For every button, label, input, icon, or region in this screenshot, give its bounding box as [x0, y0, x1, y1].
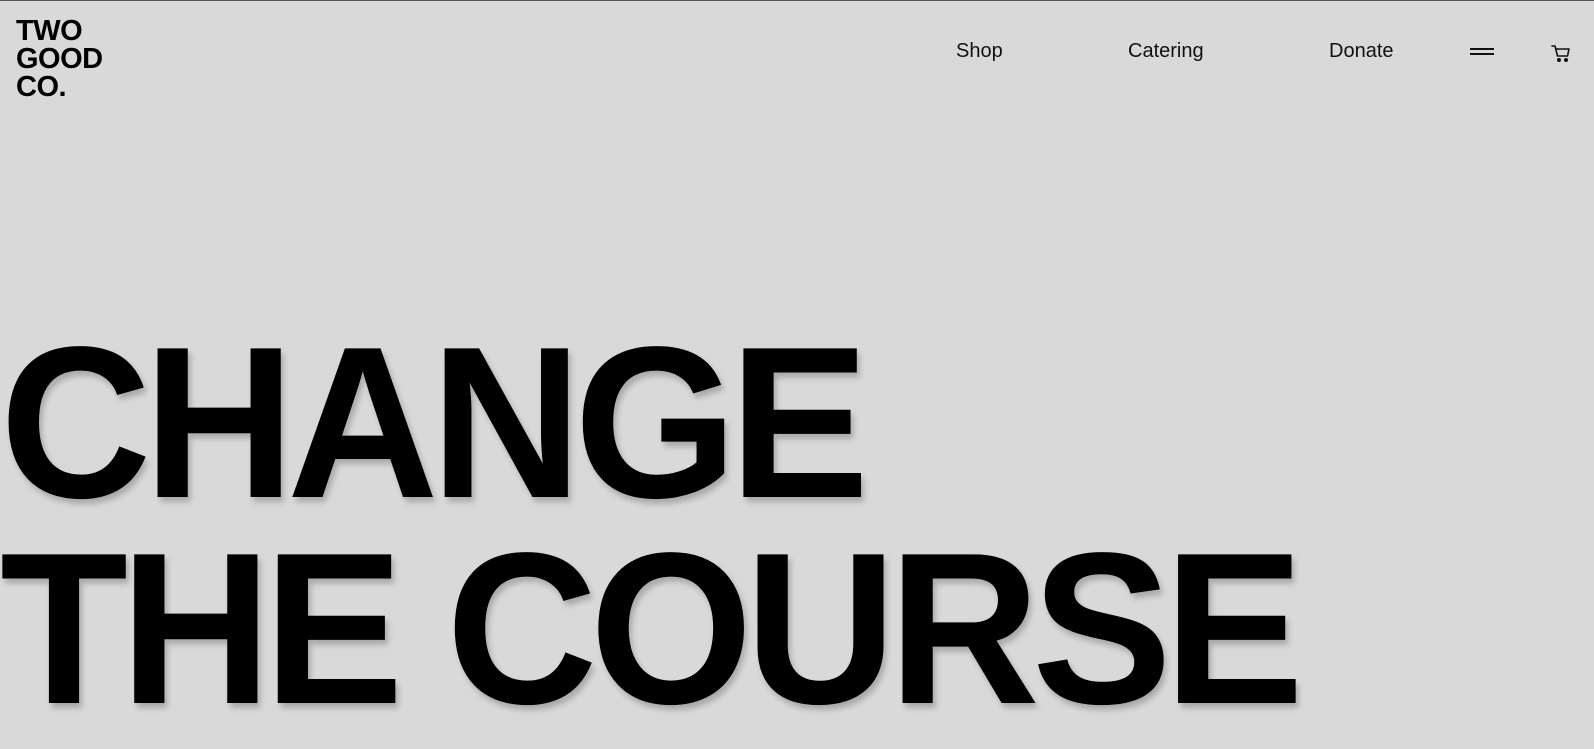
hamburger-menu-icon[interactable]: [1468, 44, 1496, 58]
hero-headline: CHANGE THE COURSE: [0, 301, 1594, 749]
nav-link-donate[interactable]: Donate: [1329, 39, 1394, 63]
nav-link-catering[interactable]: Catering: [1128, 39, 1204, 63]
main-nav: Shop Catering Donate: [0, 37, 1594, 67]
nav-link-shop[interactable]: Shop: [956, 39, 1003, 63]
hero-line-1: CHANGE: [0, 301, 869, 543]
hero-line-2: THE COURSE: [0, 507, 1304, 749]
logo-line-3: CO.: [16, 71, 67, 103]
cart-icon[interactable]: [1550, 42, 1572, 64]
